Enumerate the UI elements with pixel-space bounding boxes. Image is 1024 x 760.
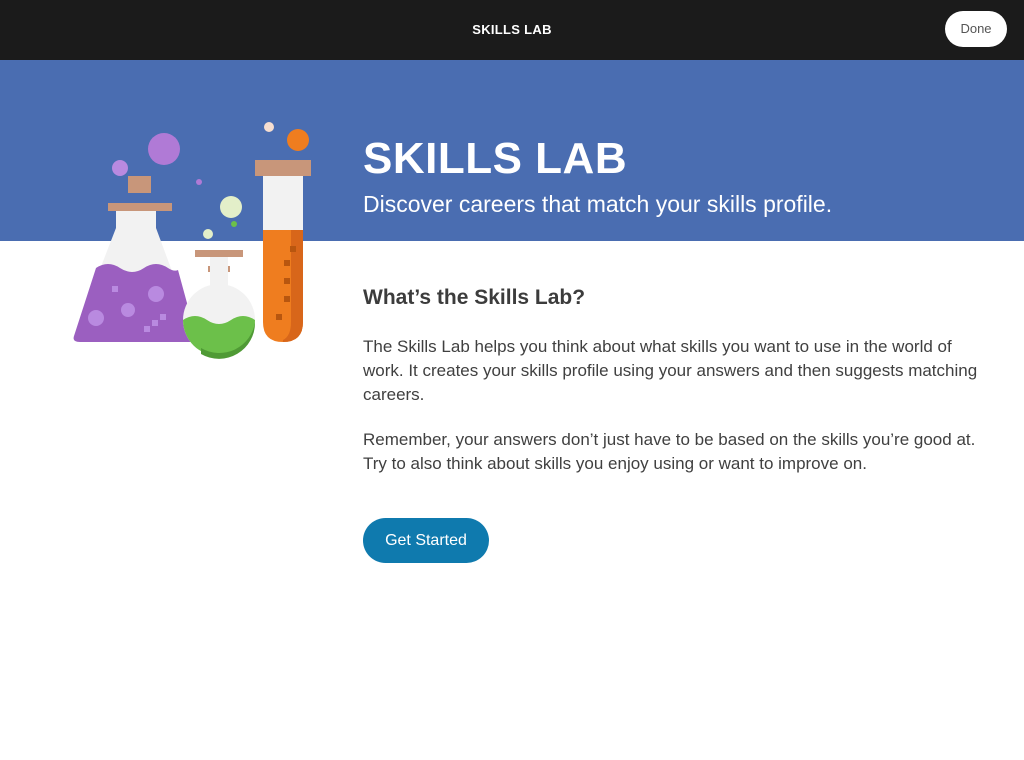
erlenmeyer-flask-icon — [73, 176, 197, 342]
bubble-icon — [231, 221, 237, 227]
bubble-icon — [148, 133, 180, 165]
description-paragraph: The Skills Lab helps you think about wha… — [363, 337, 978, 404]
bubble-icon — [196, 179, 202, 185]
bubble-icon — [112, 160, 128, 176]
bubble-icon — [220, 196, 242, 218]
bubble-icon — [287, 129, 309, 151]
top-bar: SKILLS LAB Done — [0, 0, 1024, 60]
section-heading: What’s the Skills Lab? — [363, 286, 586, 309]
window-title: SKILLS LAB — [472, 22, 552, 37]
get-started-button[interactable]: Get Started — [363, 518, 489, 563]
lab-flasks-illustration — [60, 110, 320, 365]
done-button[interactable]: Done — [945, 11, 1007, 47]
bubble-icon — [264, 122, 274, 132]
page-subtitle: Discover careers that match your skills … — [363, 191, 833, 217]
test-tube-icon — [255, 160, 311, 342]
round-flask-icon — [183, 250, 256, 359]
reminder-paragraph: Remember, your answers don’t just have t… — [363, 430, 976, 473]
bubble-icon — [203, 229, 213, 239]
page-title: SKILLS LAB — [363, 134, 628, 183]
